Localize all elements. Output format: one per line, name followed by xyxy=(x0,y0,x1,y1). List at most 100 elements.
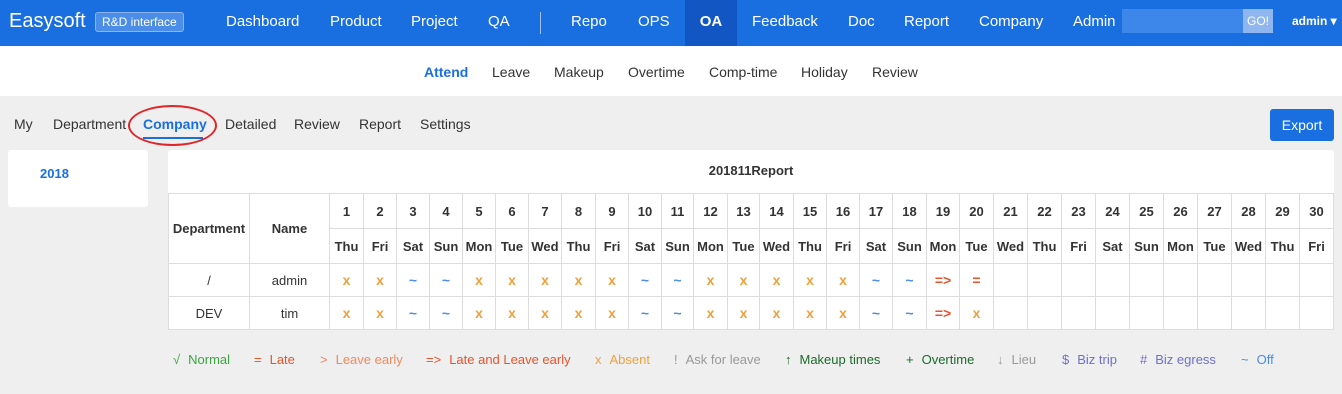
legend-item: $ Biz trip xyxy=(1062,352,1117,367)
attendance-mark: x xyxy=(806,272,814,288)
subnav-leave[interactable]: Leave xyxy=(492,64,530,80)
attendance-cell: ~ xyxy=(859,263,893,297)
attendance-cell xyxy=(1129,296,1164,330)
attendance-cell: x xyxy=(595,296,629,330)
attendance-cell: x xyxy=(363,263,397,297)
legend-item: => Late and Leave early xyxy=(426,352,571,367)
day-header: 9 xyxy=(595,193,629,229)
attendance-cell: x xyxy=(727,296,760,330)
attendance-cell: ~ xyxy=(429,263,463,297)
tab-detailed[interactable]: Detailed xyxy=(225,116,276,132)
attendance-cell: ~ xyxy=(396,296,430,330)
legend-symbol: x xyxy=(595,352,602,367)
weekday-header: Thu xyxy=(1027,228,1062,264)
attendance-mark: x xyxy=(739,305,748,321)
user-menu[interactable]: admin ▾ xyxy=(1292,14,1337,28)
attendance-cell: x xyxy=(693,263,728,297)
nav-repo[interactable]: Repo xyxy=(571,0,607,46)
attendance-cell: x xyxy=(826,263,860,297)
day-header: 20 xyxy=(959,193,994,229)
subnav-overtime[interactable]: Overtime xyxy=(628,64,685,80)
nav-ops[interactable]: OPS xyxy=(638,0,670,46)
legend-item: ↓ Lieu xyxy=(997,352,1036,367)
attendance-mark: x xyxy=(608,272,616,288)
attendance-mark: ~ xyxy=(673,272,682,288)
day-header: 13 xyxy=(727,193,760,229)
tab-department[interactable]: Department xyxy=(53,116,126,132)
tab-settings[interactable]: Settings xyxy=(420,116,471,132)
attendance-cell: = xyxy=(959,263,994,297)
day-header: 5 xyxy=(462,193,496,229)
nav-company[interactable]: Company xyxy=(979,0,1043,46)
nav-admin[interactable]: Admin xyxy=(1073,0,1116,46)
weekday-header: Wed xyxy=(528,228,562,264)
brand-logo[interactable]: Easysoft xyxy=(9,10,86,33)
search-input[interactable] xyxy=(1122,9,1244,33)
subnav-review[interactable]: Review xyxy=(872,64,918,80)
interface-badge[interactable]: R&D interface xyxy=(95,12,184,32)
attendance-cell xyxy=(1061,263,1096,297)
attendance-mark: ~ xyxy=(408,272,418,288)
nav-feedback[interactable]: Feedback xyxy=(752,0,818,46)
year-item[interactable]: 2018 xyxy=(40,166,69,181)
weekday-header: Mon xyxy=(693,228,728,264)
attendance-cell xyxy=(1299,263,1334,297)
tab-report[interactable]: Report xyxy=(359,116,401,132)
attendance-cell: x xyxy=(759,296,794,330)
attendance-mark: x xyxy=(772,272,781,288)
attendance-mark: x xyxy=(376,272,384,288)
nav-report[interactable]: Report xyxy=(904,0,949,46)
attendance-mark: x xyxy=(706,305,715,321)
legend-label: Ask for leave xyxy=(685,352,761,367)
export-button[interactable]: Export xyxy=(1270,109,1334,141)
day-header: 12 xyxy=(693,193,728,229)
subnav-holiday[interactable]: Holiday xyxy=(801,64,848,80)
legend-label: Makeup times xyxy=(799,352,881,367)
oa-subnav: Attend Leave Makeup Overtime Comp-time Holida… xyxy=(0,46,1342,96)
subnav-attend[interactable]: Attend xyxy=(424,64,468,80)
attendance-mark: x xyxy=(608,305,616,321)
attendance-cell: ~ xyxy=(628,263,662,297)
weekday-header: Thu xyxy=(1265,228,1300,264)
subnav-comp-time[interactable]: Comp-time xyxy=(709,64,777,80)
weekday-header: Sun xyxy=(661,228,694,264)
tab-review[interactable]: Review xyxy=(294,116,340,132)
legend-symbol: # xyxy=(1140,352,1148,367)
subnav-makeup[interactable]: Makeup xyxy=(554,64,604,80)
nav-oa[interactable]: OA xyxy=(685,0,737,46)
day-header: 18 xyxy=(892,193,927,229)
nav-qa[interactable]: QA xyxy=(488,0,510,46)
attendance-mark: = xyxy=(972,272,981,288)
weekday-header: Sun xyxy=(1129,228,1164,264)
legend-item: ! Ask for leave xyxy=(674,352,761,367)
nav-dashboard[interactable]: Dashboard xyxy=(226,0,299,46)
weekday-header: Mon xyxy=(462,228,496,264)
day-header: 23 xyxy=(1061,193,1096,229)
attendance-cell xyxy=(993,296,1028,330)
nav-doc[interactable]: Doc xyxy=(848,0,875,46)
attendance-cell: x xyxy=(363,296,397,330)
attendance-cell xyxy=(1095,263,1130,297)
legend-symbol: = xyxy=(254,352,262,367)
department-cell: / xyxy=(168,263,250,297)
nav-divider xyxy=(540,12,541,34)
weekday-header: Wed xyxy=(993,228,1028,264)
legend-symbol: √ xyxy=(173,352,181,367)
attendance-cell: x xyxy=(462,263,496,297)
legend-label: Biz trip xyxy=(1077,352,1117,367)
nav-project[interactable]: Project xyxy=(411,0,458,46)
attendance-cell xyxy=(1231,263,1266,297)
attendance-mark: x xyxy=(508,305,516,321)
attendance-mark: => xyxy=(934,272,952,288)
attendance-cell: x xyxy=(759,263,794,297)
attendance-cell xyxy=(1163,296,1198,330)
nav-product[interactable]: Product xyxy=(330,0,382,46)
attendance-cell: ~ xyxy=(859,296,893,330)
legend-symbol: => xyxy=(426,352,442,367)
search-go-button[interactable]: GO! xyxy=(1243,9,1273,33)
attendance-cell: x xyxy=(462,296,496,330)
attendance-mark: x xyxy=(972,305,981,321)
legend-label: Leave early xyxy=(335,352,403,367)
tab-my[interactable]: My xyxy=(14,116,33,132)
legend-item: √ Normal xyxy=(173,352,230,367)
